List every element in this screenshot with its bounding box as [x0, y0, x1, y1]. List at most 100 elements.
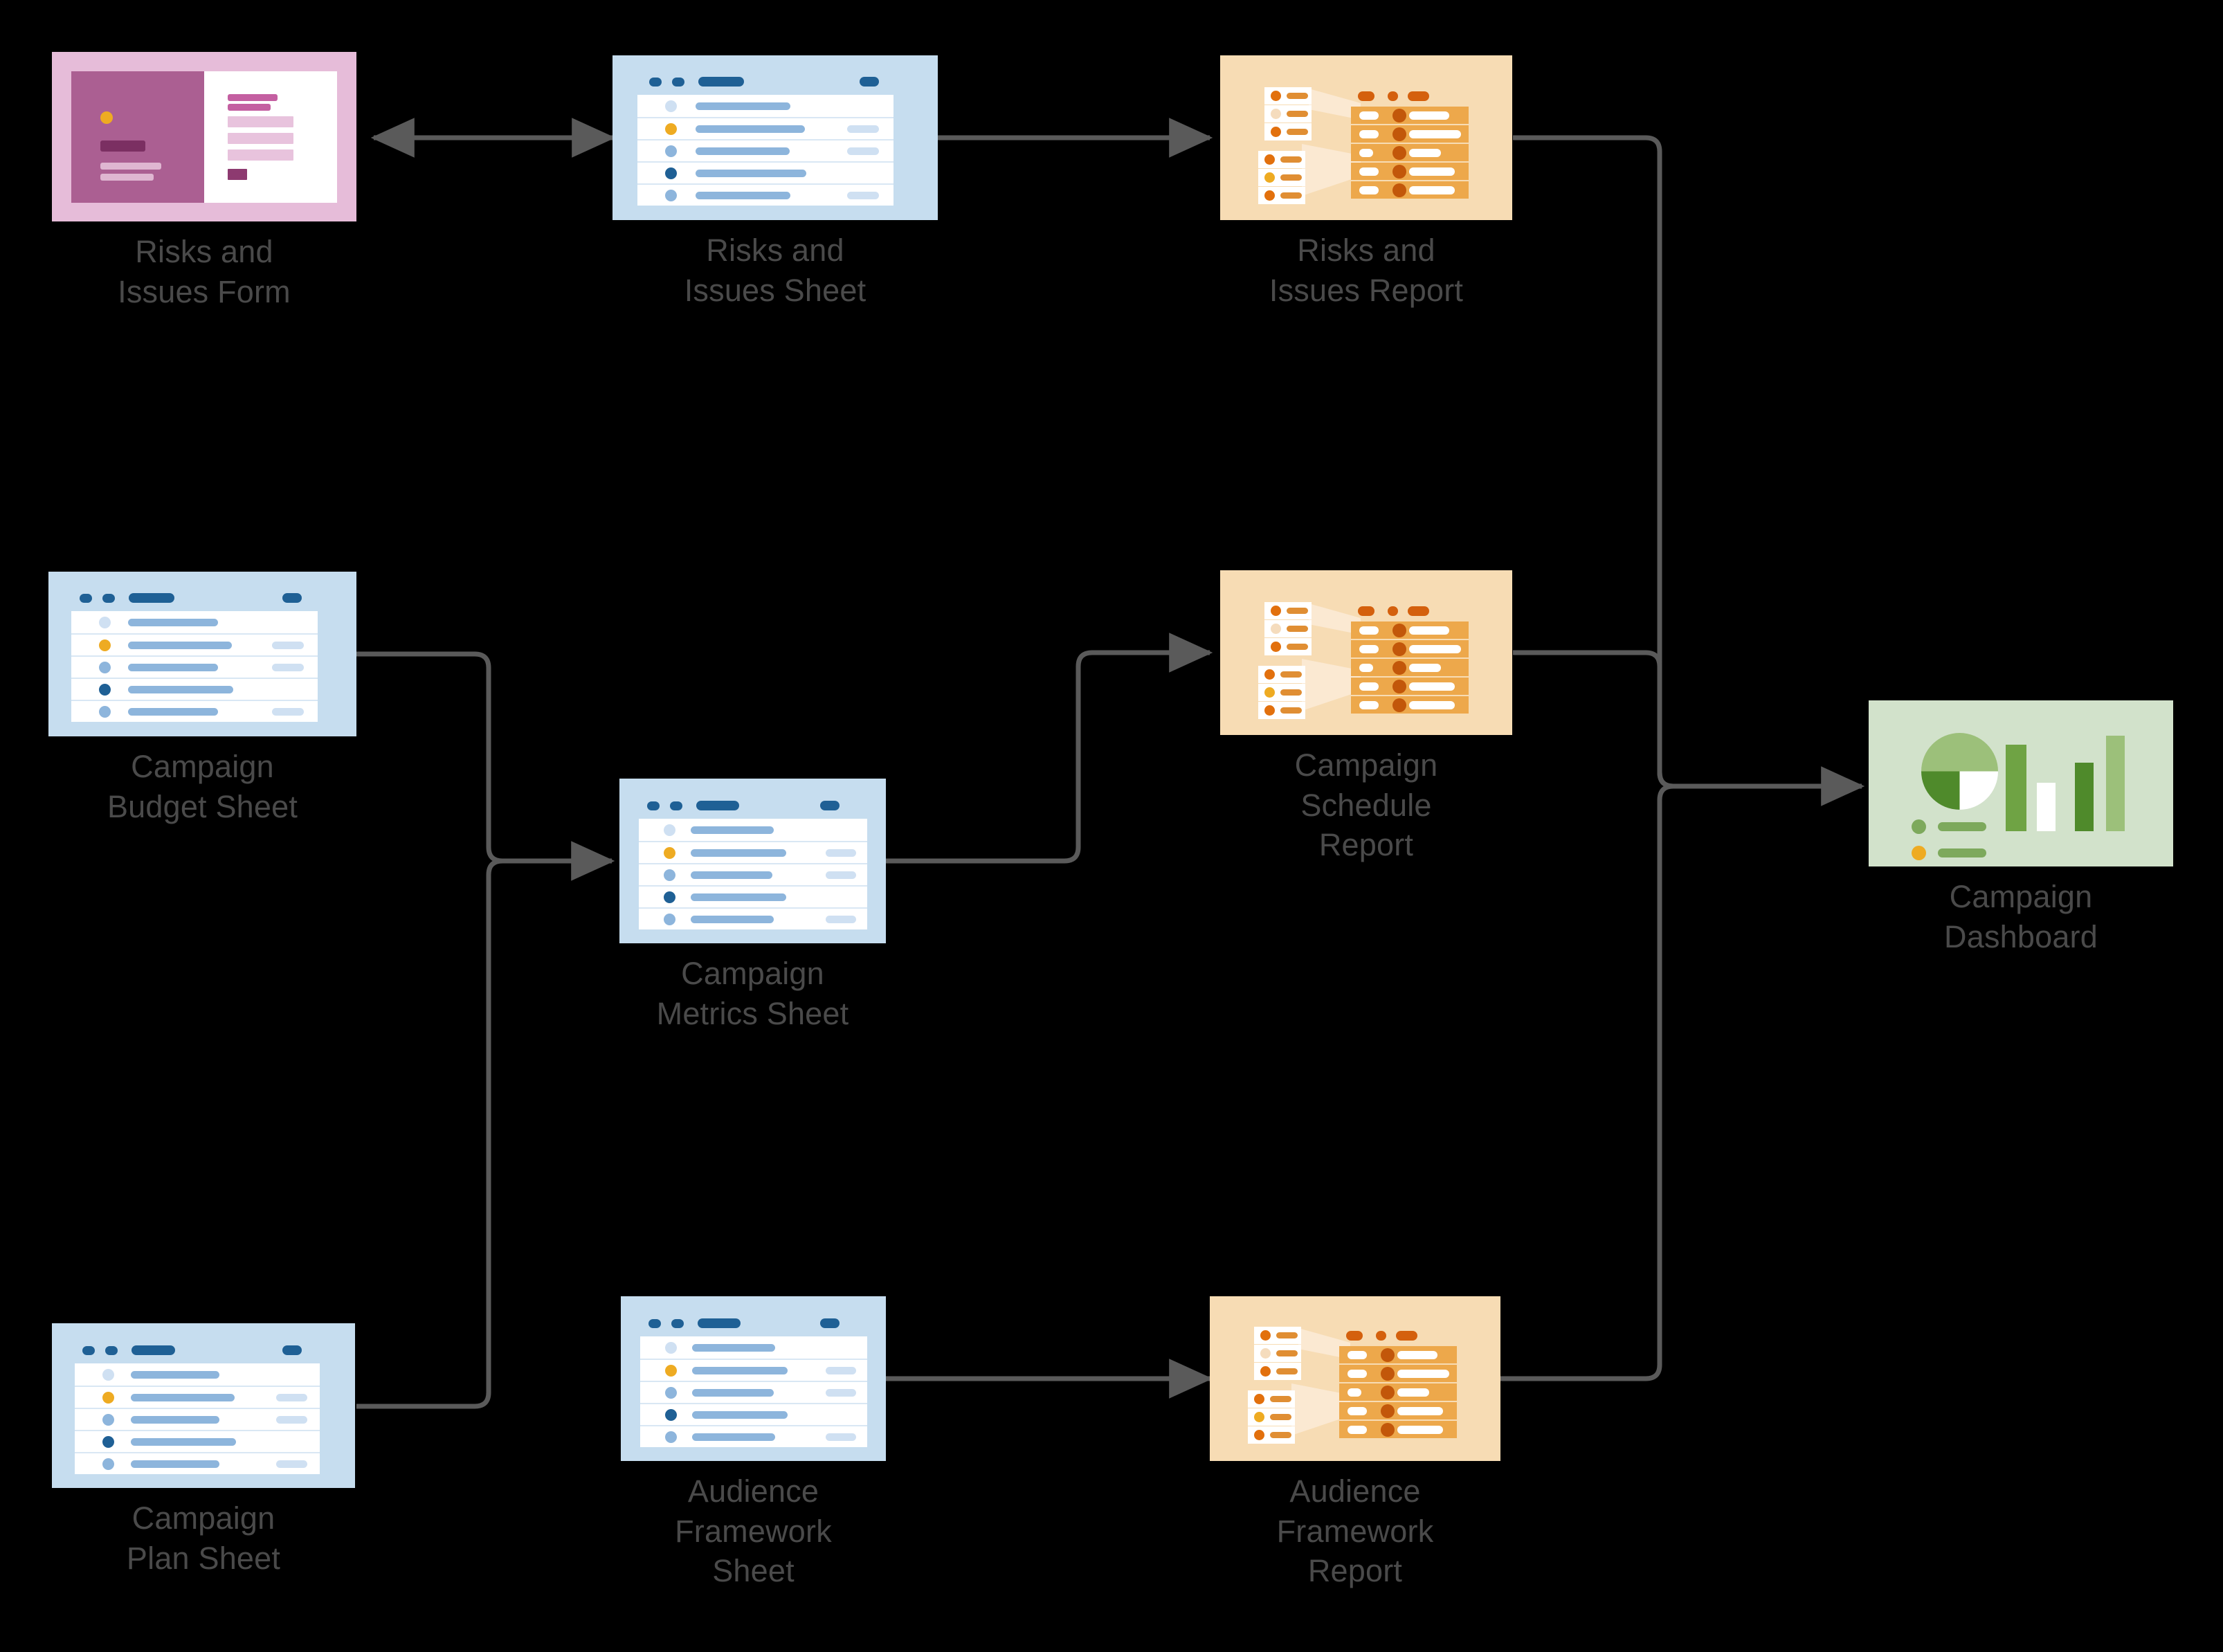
report-source-chip [1264, 602, 1312, 619]
sheet-row [637, 95, 893, 117]
node-campaign-budget-sheet[interactable]: Campaign Budget Sheet [48, 572, 356, 824]
report-source-chip [1264, 620, 1312, 637]
report-source-chip [1264, 638, 1312, 655]
diagram-canvas: Risks and Issues Form Risks and Issues S… [0, 0, 2223, 1652]
report-table-row [1351, 125, 1469, 143]
sheet-header-title-bar [129, 593, 174, 603]
sheet-header-dot [80, 593, 92, 603]
sheet-row [639, 863, 867, 885]
report-icon [1220, 55, 1512, 220]
sheet-row [71, 678, 318, 700]
node-label: Campaign Metrics Sheet [656, 956, 849, 1031]
sheet-header-dot [102, 593, 115, 603]
report-table-row [1351, 678, 1469, 695]
sheet-row [640, 1425, 867, 1447]
node-campaign-plan-sheet[interactable]: Campaign Plan Sheet [52, 1323, 355, 1576]
report-table-row [1351, 659, 1469, 676]
sheet-header-action-bar [282, 1345, 302, 1355]
report-table-row [1351, 107, 1469, 124]
sheet-header-dot [670, 801, 682, 810]
report-table-row [1339, 1365, 1457, 1382]
report-source-chip [1248, 1390, 1295, 1408]
report-icon [1210, 1296, 1500, 1461]
report-source-chip [1254, 1363, 1301, 1380]
form-icon [52, 52, 356, 221]
sheet-header-title-bar [698, 1318, 741, 1328]
sheet-row [75, 1363, 320, 1386]
report-table-row [1339, 1346, 1457, 1363]
node-campaign-schedule-report[interactable]: Campaign Schedule Report [1220, 570, 1512, 862]
sheet-header-dot [105, 1345, 118, 1355]
sheet-row [637, 183, 893, 206]
sheet-header-dot [649, 77, 662, 87]
edge-metrics-schedule [884, 633, 1213, 864]
sheet-row [75, 1408, 320, 1430]
sheet-row [640, 1336, 867, 1359]
report-source-chip [1248, 1426, 1295, 1444]
report-source-chip [1258, 702, 1305, 719]
edge-audreport-dashboard [1500, 783, 1862, 1381]
sheet-header-dot [671, 1318, 684, 1328]
sheet-row [637, 139, 893, 161]
form-left-panel [71, 71, 204, 203]
sheet-header-title-bar [698, 77, 744, 87]
sheet-header-action-bar [820, 1318, 840, 1328]
edge-risksreport-dashboard [1513, 135, 1865, 806]
sheet-header-title-bar [696, 801, 739, 810]
report-source-chip [1264, 87, 1312, 105]
sheet-row [640, 1403, 867, 1425]
node-audience-framework-report[interactable]: Audience Framework Report [1210, 1296, 1500, 1588]
node-risks-issues-sheet[interactable]: Risks and Issues Sheet [613, 55, 938, 308]
sheet-header-title-bar [131, 1345, 175, 1355]
pie-chart [1921, 733, 1998, 810]
sheet-row [639, 841, 867, 863]
report-table-row [1351, 144, 1469, 161]
node-label: Risks and Issues Report [1269, 233, 1464, 308]
report-table-row [1351, 696, 1469, 714]
report-table-row [1339, 1421, 1457, 1438]
report-table-row [1351, 163, 1469, 180]
sheet-icon [48, 572, 356, 736]
node-risks-issues-form[interactable]: Risks and Issues Form [52, 52, 356, 309]
report-source-chip [1258, 151, 1305, 168]
dashboard-icon [1869, 700, 2173, 866]
node-label: Audience Framework Report [1276, 1473, 1434, 1589]
report-source-chip [1254, 1327, 1301, 1344]
node-label: Audience Framework Sheet [675, 1473, 832, 1589]
sheet-row [639, 819, 867, 841]
sheet-header-dot [672, 77, 684, 87]
node-label: Campaign Dashboard [1944, 879, 2098, 954]
report-source-chip [1258, 169, 1305, 186]
sheet-row [75, 1386, 320, 1408]
dashboard-legend [1912, 819, 2002, 866]
node-label: Risks and Issues Sheet [684, 233, 866, 308]
sheet-icon [52, 1323, 355, 1488]
report-table-row [1351, 640, 1469, 657]
bar-2 [2037, 783, 2056, 831]
node-label: Campaign Plan Sheet [126, 1500, 281, 1576]
report-source-chip [1264, 105, 1312, 122]
report-source-chip [1254, 1345, 1301, 1362]
sheet-row [71, 700, 318, 722]
report-source-chip [1258, 187, 1305, 204]
sheet-row [637, 117, 893, 139]
sheet-header-dot [82, 1345, 95, 1355]
sheet-header-action-bar [820, 801, 840, 810]
sheet-header-action-bar [282, 593, 302, 603]
bar-3 [2075, 763, 2094, 831]
node-campaign-metrics-sheet[interactable]: Campaign Metrics Sheet [619, 779, 886, 1031]
node-campaign-dashboard[interactable]: Campaign Dashboard [1869, 700, 2173, 954]
report-icon [1220, 570, 1512, 735]
sheet-row [637, 161, 893, 183]
report-table-row [1351, 181, 1469, 199]
edge-plan-metrics [356, 858, 612, 1409]
sheet-row [71, 633, 318, 655]
node-risks-issues-report[interactable]: Risks and Issues Report [1220, 55, 1512, 308]
report-table-row [1351, 621, 1469, 639]
report-table-row [1339, 1383, 1457, 1401]
bar-4 [2106, 736, 2125, 831]
node-audience-framework-sheet[interactable]: Audience Framework Sheet [621, 1296, 886, 1588]
sheet-header-dot [648, 1318, 661, 1328]
report-source-chip [1248, 1408, 1295, 1426]
node-label: Campaign Schedule Report [1294, 747, 1438, 863]
